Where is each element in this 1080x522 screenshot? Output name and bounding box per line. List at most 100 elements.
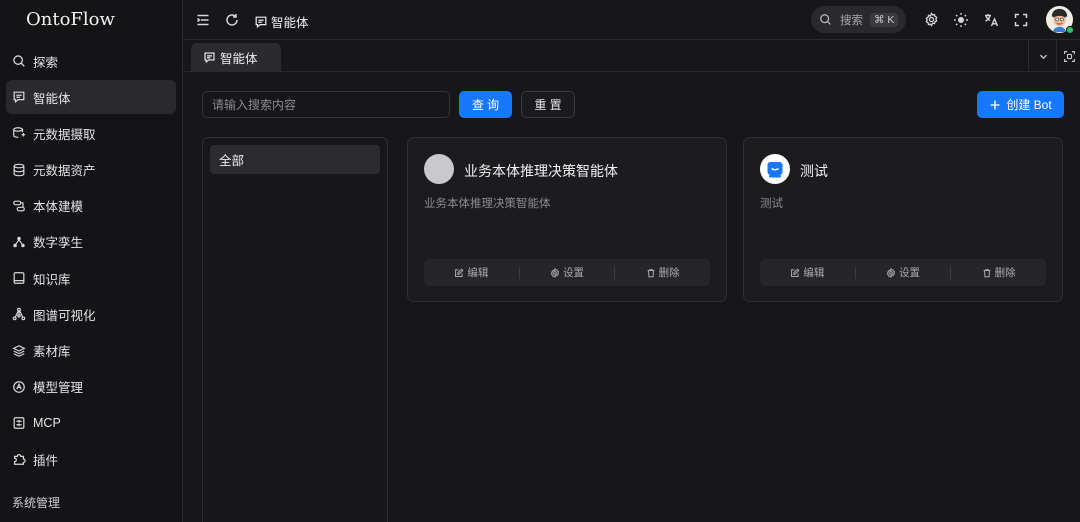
sidebar-item-agents[interactable]: 智能体 [6,80,176,115]
search-shortcut: ⌘ K [870,12,899,27]
sidebar-nav: 探索 智能体 元数据摄取 元数据资产 本体建模 数字孪生 知识库 图谱可视化 素… [0,40,182,476]
settings-label: 设置 [563,267,584,279]
bot-card[interactable]: 测试 测试 编辑 设置 删除 [743,137,1063,302]
bot-card-actions: 编辑 设置 删除 [424,259,710,286]
top-header: 智能体 搜索 ⌘ K [183,0,1080,40]
menu-collapse-icon[interactable] [195,12,211,28]
sidebar-item-label: 知识库 [33,272,71,287]
search-input[interactable] [202,91,450,118]
sidebar-item-label: 本体建模 [33,200,84,215]
delete-button[interactable]: 删除 [951,259,1046,286]
trash-icon [983,268,991,277]
bot-card-actions: 编辑 设置 删除 [760,259,1046,286]
search-icon [13,55,25,67]
robot-icon [767,162,783,178]
gear-icon [550,267,560,278]
settings-button[interactable]: 设置 [520,259,615,286]
breadcrumb-label: 智能体 [271,16,309,30]
fullscreen-icon[interactable] [1013,12,1029,28]
model-icon [13,200,25,212]
search-icon [820,14,831,25]
bot-description: 业务本体推理决策智能体 [424,198,551,210]
sun-icon[interactable] [953,12,969,28]
gear-icon [886,267,896,278]
sidebar-item-digital-twin[interactable]: 数字孪生 [6,225,176,259]
chevron-down-icon[interactable] [1038,51,1049,62]
bot-description: 测试 [760,198,783,210]
chat-bubble-icon [13,91,25,104]
focus-mode-icon[interactable] [1063,50,1076,63]
tab-agents[interactable]: 智能体 [191,43,281,72]
delete-label: 删除 [994,267,1016,279]
layers-icon [12,344,26,357]
sidebar-item-label: 图谱可视化 [33,308,96,323]
refresh-icon[interactable] [224,12,240,28]
sidebar-item-material-library[interactable]: 素材库 [6,334,176,368]
edit-label: 编辑 [467,267,489,279]
bot-title: 业务本体推理决策智能体 [464,163,618,179]
create-bot-button[interactable]: 创建 Bot [977,91,1064,118]
database-icon [13,163,25,176]
edit-icon [791,268,800,277]
sidebar-item-plugins[interactable]: 插件 [6,442,176,476]
edit-label: 编辑 [803,267,825,279]
sidebar-item-graph-visualization[interactable]: 图谱可视化 [6,297,176,331]
sidebar-item-label: 元数据摄取 [33,127,96,142]
delete-label: 删除 [658,267,680,279]
book-icon [13,272,25,284]
user-avatar[interactable] [1046,6,1074,34]
edit-button[interactable]: 编辑 [760,259,855,286]
settings-button[interactable]: 设置 [856,259,951,286]
sidebar: OntoFlow 探索 智能体 元数据摄取 元数据资产 本体建模 数字孪生 知识… [0,0,183,522]
tab-label: 智能体 [220,52,258,66]
tab-bar: 智能体 [183,40,1080,72]
bot-title: 测试 [800,163,828,179]
sidebar-item-knowledge-base[interactable]: 知识库 [6,261,176,295]
query-button[interactable]: 查 询 [459,91,512,118]
sidebar-item-ontology-modeling[interactable]: 本体建模 [6,189,176,223]
chat-bubble-icon [204,52,215,64]
puzzle-icon [14,454,26,465]
sidebar-item-model-management[interactable]: 模型管理 [6,370,176,404]
sidebar-item-label: 智能体 [33,91,71,106]
sidebar-item-metadata-ingest[interactable]: 元数据摄取 [6,116,176,150]
sidebar-item-label: 模型管理 [33,381,84,396]
category-item-all[interactable]: 全部 [210,145,380,174]
sidebar-item-mcp[interactable]: MCP [6,406,176,440]
sidebar-item-metadata-assets[interactable]: 元数据资产 [6,153,176,187]
reset-button[interactable]: 重 置 [521,91,575,118]
create-bot-label: 创建 Bot [1006,98,1052,112]
chat-bubble-icon [255,16,267,28]
sidebar-item-label: 数字孪生 [33,236,84,251]
model-badge-icon [13,380,25,393]
settings-label: 设置 [899,267,920,279]
bot-card[interactable]: 业务本体推理决策智能体 业务本体推理决策智能体 编辑 设置 删除 [407,137,727,302]
sidebar-item-label: MCP [33,415,61,430]
tab-bar-divider [1028,40,1029,71]
online-status-dot [1066,26,1074,34]
sidebar-item-label: 探索 [33,55,59,70]
translate-icon[interactable] [983,12,999,28]
tab-bar-divider [1056,40,1057,71]
category-label: 全部 [219,154,245,168]
trash-icon [647,268,655,277]
gear-icon[interactable] [924,12,939,27]
global-search-button[interactable]: 搜索 ⌘ K [811,6,906,33]
edit-icon [455,268,464,277]
graph-icon [12,308,26,321]
breadcrumb[interactable]: 智能体 [254,12,309,31]
network-icon [13,236,25,248]
edit-button[interactable]: 编辑 [424,259,519,286]
sidebar-item-label: 元数据资产 [33,164,96,179]
sidebar-section-system-management[interactable]: 系统管理 [12,494,60,511]
bot-avatar-placeholder [424,154,454,184]
search-label: 搜索 [840,14,863,27]
sidebar-item-explore[interactable]: 探索 [6,44,176,78]
sidebar-item-label: 素材库 [33,345,71,359]
mcp-icon [13,417,25,429]
delete-button[interactable]: 删除 [615,259,710,286]
category-panel: 全部 [202,137,388,522]
sidebar-item-label: 插件 [33,453,59,468]
database-ingest-icon [13,127,26,139]
plus-icon [990,100,1000,109]
